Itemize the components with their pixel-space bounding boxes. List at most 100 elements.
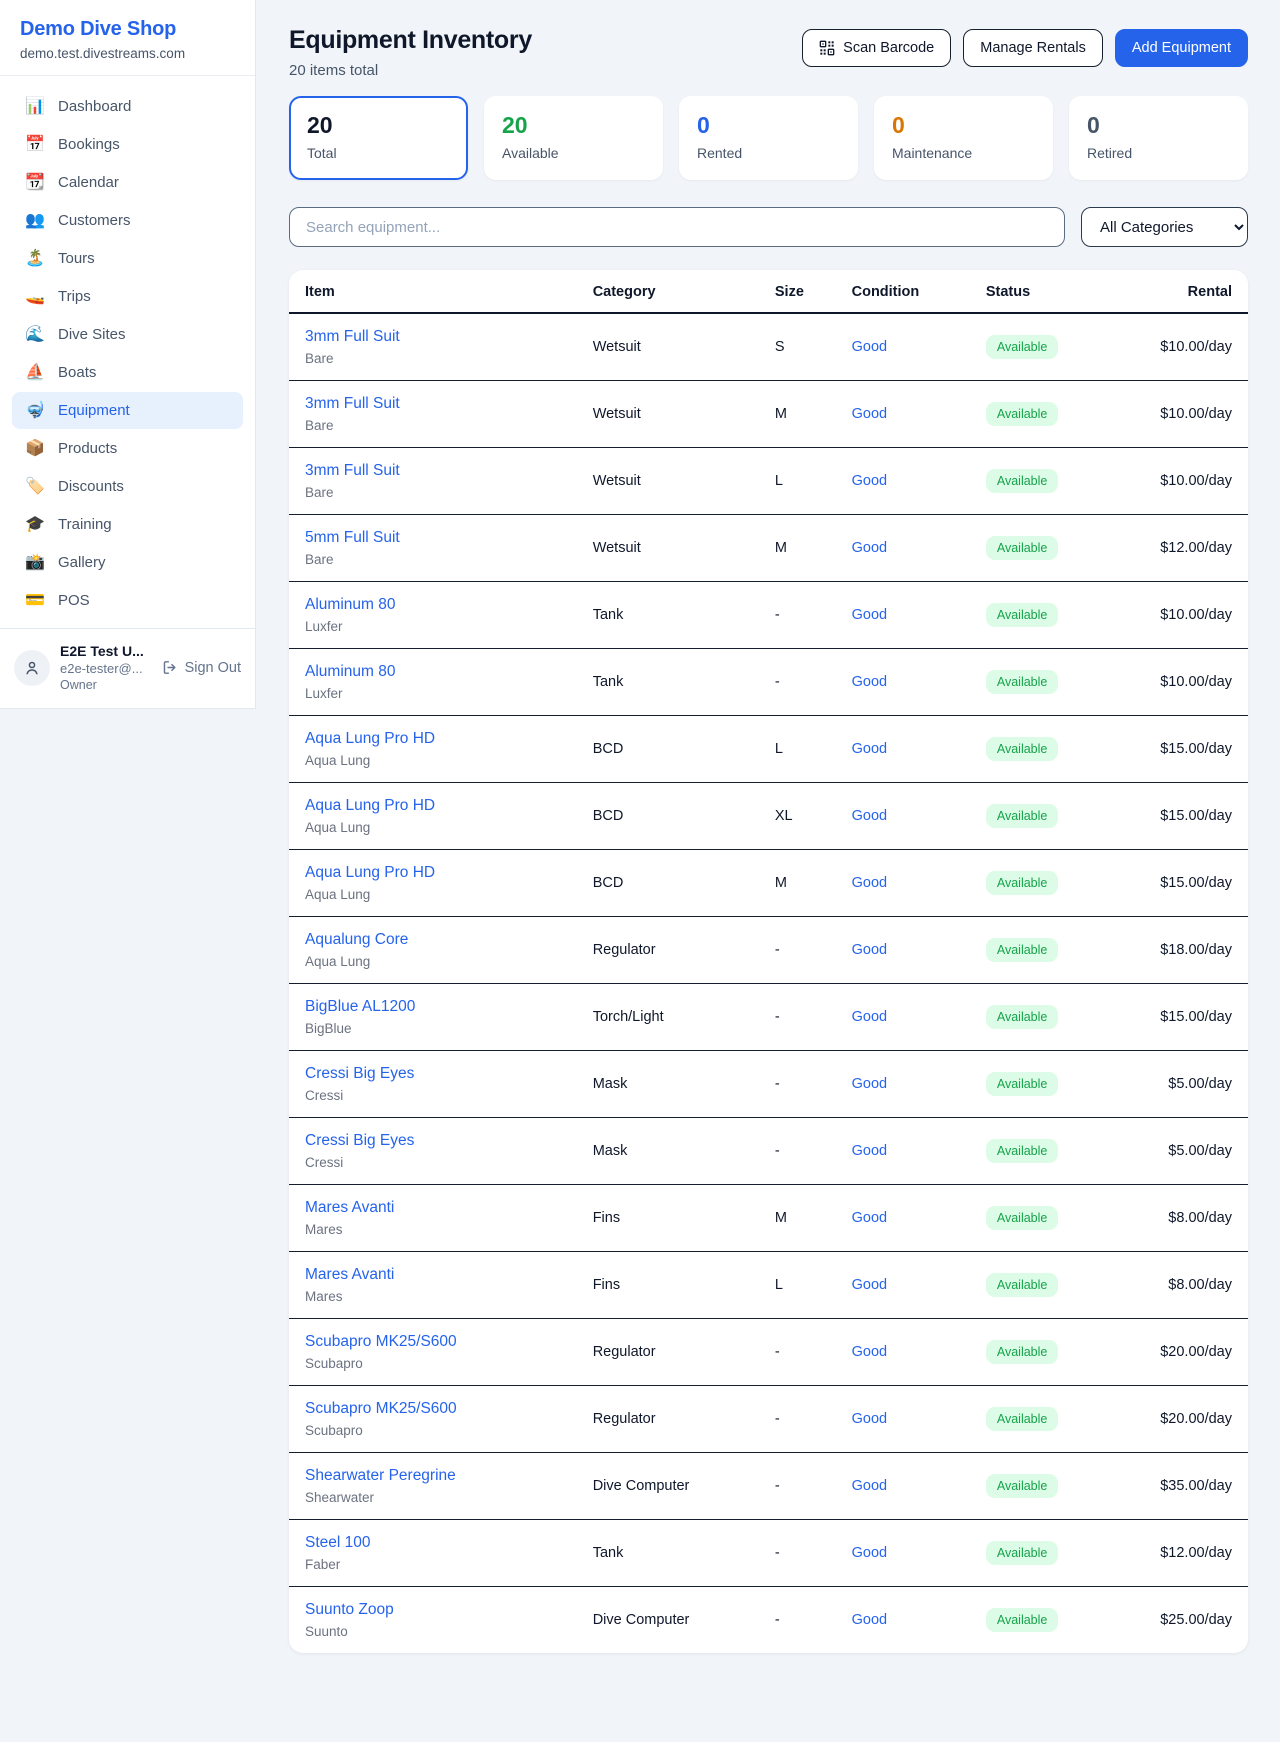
item-name-link[interactable]: Cressi Big Eyes: [305, 1132, 561, 1150]
item-category: Tank: [577, 1520, 759, 1587]
search-input[interactable]: [289, 207, 1065, 247]
sidebar-item-label: Gallery: [58, 554, 106, 571]
table-row: Steel 100 Faber Tank - Good Available: [289, 1520, 1248, 1587]
item-name-link[interactable]: Scubapro MK25/S600: [305, 1400, 561, 1418]
stat-value: 0: [697, 112, 840, 139]
condition-link[interactable]: Good: [852, 1076, 887, 1092]
stat-card[interactable]: 0 Retired: [1069, 96, 1248, 180]
condition-link[interactable]: Good: [852, 1411, 887, 1427]
condition-link[interactable]: Good: [852, 1009, 887, 1025]
stat-card[interactable]: 0 Rented: [679, 96, 858, 180]
scan-barcode-button[interactable]: Scan Barcode: [802, 29, 951, 67]
equipment-table-card: Item Category Size Condition Status Rent…: [289, 270, 1248, 1653]
rental-price: $15.00/day: [1160, 741, 1232, 757]
condition-link[interactable]: Good: [852, 540, 887, 556]
rental-price: $8.00/day: [1168, 1210, 1232, 1226]
condition-link[interactable]: Good: [852, 674, 887, 690]
category-select[interactable]: All Categories: [1081, 207, 1248, 247]
stat-value: 20: [307, 112, 450, 139]
condition-link[interactable]: Good: [852, 942, 887, 958]
rental-price: $8.00/day: [1168, 1277, 1232, 1293]
item-name-link[interactable]: Aqua Lung Pro HD: [305, 864, 561, 882]
table-row: Shearwater Peregrine Shearwater Dive Com…: [289, 1453, 1248, 1520]
stat-card[interactable]: 20 Total: [289, 96, 468, 180]
manage-rentals-button[interactable]: Manage Rentals: [963, 29, 1103, 67]
condition-link[interactable]: Good: [852, 1143, 887, 1159]
item-name-link[interactable]: Mares Avanti: [305, 1199, 561, 1217]
sign-out-button[interactable]: Sign Out: [162, 659, 241, 676]
item-name-link[interactable]: 5mm Full Suit: [305, 529, 561, 547]
item-name-link[interactable]: Aqua Lung Pro HD: [305, 730, 561, 748]
sidebar-item[interactable]: 📆 Calendar: [12, 164, 243, 201]
item-name-link[interactable]: Aqualung Core: [305, 931, 561, 949]
item-name-link[interactable]: Shearwater Peregrine: [305, 1467, 561, 1485]
sidebar-item[interactable]: 📊 Dashboard: [12, 88, 243, 125]
discounts-tag-icon: 🏷️: [24, 479, 46, 495]
shop-domain: demo.test.divestreams.com: [20, 46, 235, 61]
sign-out-icon: [162, 659, 179, 676]
stat-card[interactable]: 20 Available: [484, 96, 663, 180]
item-name-link[interactable]: BigBlue AL1200: [305, 998, 561, 1016]
item-size: XL: [759, 783, 836, 850]
condition-link[interactable]: Good: [852, 1545, 887, 1561]
stat-card[interactable]: 0 Maintenance: [874, 96, 1053, 180]
rental-price: $20.00/day: [1160, 1344, 1232, 1360]
sidebar-item[interactable]: 🌊 Dive Sites: [12, 316, 243, 353]
bookings-calendar-icon: 📅: [24, 137, 46, 153]
condition-link[interactable]: Good: [852, 1210, 887, 1226]
condition-link[interactable]: Good: [852, 1344, 887, 1360]
item-name-link[interactable]: Cressi Big Eyes: [305, 1065, 561, 1083]
equipment-mask-icon: 🤿: [24, 403, 46, 419]
rental-price: $35.00/day: [1160, 1478, 1232, 1494]
condition-link[interactable]: Good: [852, 406, 887, 422]
sign-out-label: Sign Out: [185, 660, 241, 676]
item-size: -: [759, 1587, 836, 1654]
item-category: Mask: [577, 1118, 759, 1185]
user-name: E2E Test U...: [60, 643, 152, 659]
status-badge: Available: [986, 1608, 1059, 1632]
item-category: Wetsuit: [577, 448, 759, 515]
condition-link[interactable]: Good: [852, 808, 887, 824]
avatar: [14, 650, 50, 686]
item-name-link[interactable]: Scubapro MK25/S600: [305, 1333, 561, 1351]
item-name-link[interactable]: 3mm Full Suit: [305, 328, 561, 346]
rental-price: $10.00/day: [1160, 473, 1232, 489]
condition-link[interactable]: Good: [852, 741, 887, 757]
sidebar-item[interactable]: ⛵ Boats: [12, 354, 243, 391]
item-name-link[interactable]: Aqua Lung Pro HD: [305, 797, 561, 815]
scan-barcode-label: Scan Barcode: [843, 40, 934, 56]
item-name-link[interactable]: Suunto Zoop: [305, 1601, 561, 1619]
condition-link[interactable]: Good: [852, 339, 887, 355]
status-badge: Available: [986, 871, 1059, 895]
calendar-icon: 📆: [24, 175, 46, 191]
item-name-link[interactable]: Aluminum 80: [305, 663, 561, 681]
sidebar-item[interactable]: 💳 POS: [12, 582, 243, 619]
sidebar-item[interactable]: 📸 Gallery: [12, 544, 243, 581]
sidebar-item[interactable]: 📦 Products: [12, 430, 243, 467]
item-size: L: [759, 1252, 836, 1319]
condition-link[interactable]: Good: [852, 473, 887, 489]
sidebar-item[interactable]: 👥 Customers: [12, 202, 243, 239]
add-equipment-button[interactable]: Add Equipment: [1115, 29, 1248, 67]
sidebar-item-label: Equipment: [58, 402, 130, 419]
item-brand: Luxfer: [305, 619, 561, 634]
condition-link[interactable]: Good: [852, 607, 887, 623]
item-name-link[interactable]: 3mm Full Suit: [305, 462, 561, 480]
sidebar-item[interactable]: 🎓 Training: [12, 506, 243, 543]
sidebar-item[interactable]: 🤿 Equipment: [12, 392, 243, 429]
condition-link[interactable]: Good: [852, 875, 887, 891]
sidebar-item[interactable]: 📅 Bookings: [12, 126, 243, 163]
sidebar-item[interactable]: 🏝️ Tours: [12, 240, 243, 277]
condition-link[interactable]: Good: [852, 1277, 887, 1293]
sidebar-item[interactable]: 🚤 Trips: [12, 278, 243, 315]
item-name-link[interactable]: 3mm Full Suit: [305, 395, 561, 413]
sidebar-item-label: Boats: [58, 364, 96, 381]
dashboard-icon: 📊: [24, 99, 46, 115]
status-badge: Available: [986, 1340, 1059, 1364]
item-name-link[interactable]: Mares Avanti: [305, 1266, 561, 1284]
item-name-link[interactable]: Steel 100: [305, 1534, 561, 1552]
item-name-link[interactable]: Aluminum 80: [305, 596, 561, 614]
condition-link[interactable]: Good: [852, 1478, 887, 1494]
sidebar-item[interactable]: 🏷️ Discounts: [12, 468, 243, 505]
condition-link[interactable]: Good: [852, 1612, 887, 1628]
